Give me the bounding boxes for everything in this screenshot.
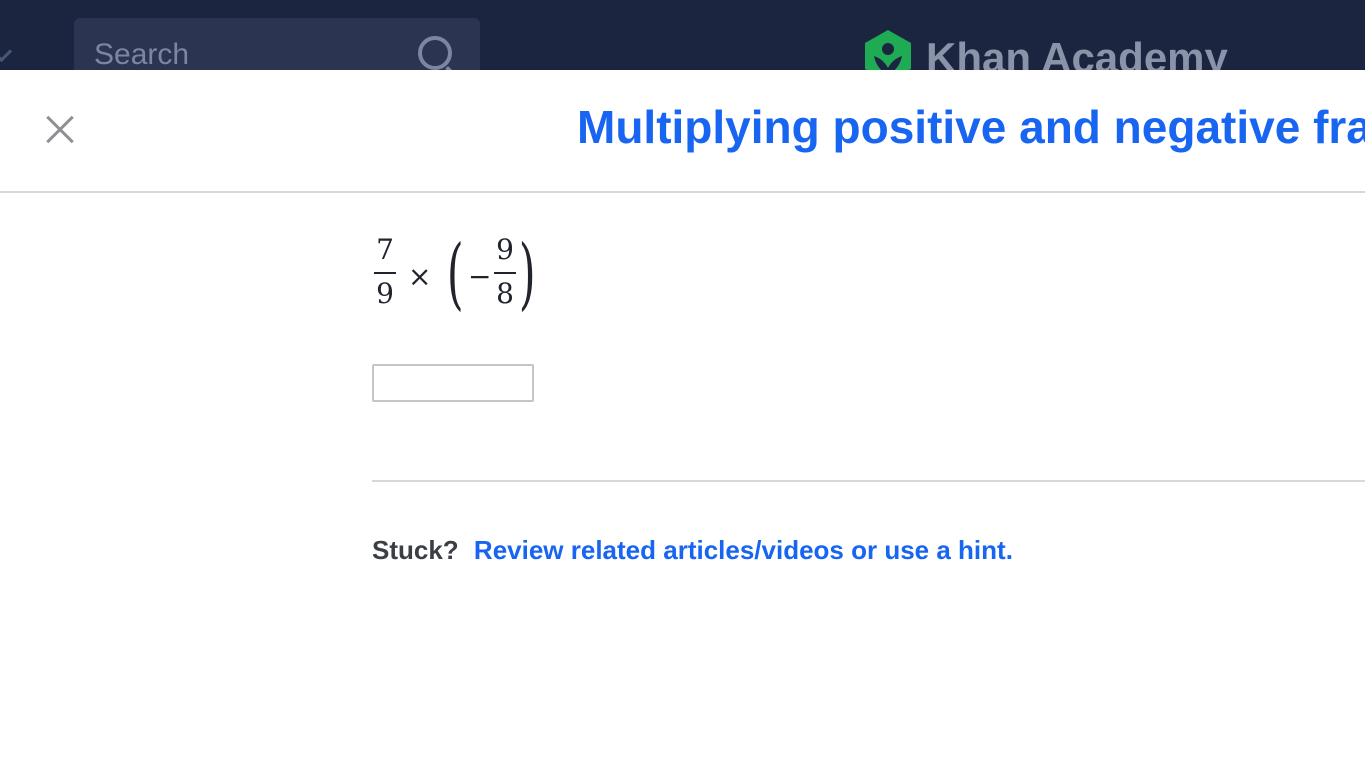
open-parenthesis: ( xyxy=(446,229,464,319)
fraction-1-denominator: 9 xyxy=(376,277,394,310)
modal-header: Multiplying positive and negative fracti… xyxy=(0,70,1365,193)
brand-logo[interactable]: Khan Academy xyxy=(862,28,1228,70)
khan-academy-logo-icon xyxy=(862,28,914,70)
fraction-1-numerator: 7 xyxy=(376,233,394,266)
fraction-2-bar xyxy=(494,272,516,274)
fraction-2-denominator: 8 xyxy=(496,277,514,310)
close-icon[interactable] xyxy=(40,110,80,150)
answer-input[interactable] xyxy=(372,364,534,402)
search-icon[interactable] xyxy=(418,36,452,70)
multiply-operator: × xyxy=(408,260,432,293)
chevron-down-icon[interactable] xyxy=(0,40,13,63)
exercise-modal: Multiplying positive and negative fracti… xyxy=(0,70,1365,768)
help-row: Stuck? Review related articles/videos or… xyxy=(372,535,1013,566)
section-divider xyxy=(372,480,1365,482)
close-parenthesis: ) xyxy=(518,229,536,319)
search-input[interactable]: Search xyxy=(94,38,189,70)
exercise-title: Multiplying positive and negative fracti… xyxy=(577,101,1365,153)
negative-sign: − xyxy=(468,260,492,293)
fraction-2-numerator: 9 xyxy=(496,233,514,266)
hint-link[interactable]: Review related articles/videos or use a … xyxy=(474,535,1013,565)
fraction-1-bar xyxy=(374,272,396,274)
search-box[interactable]: Search xyxy=(74,18,480,70)
stuck-label: Stuck? xyxy=(372,535,459,565)
close-button[interactable] xyxy=(40,110,80,150)
top-navigation-bar: Search Khan Academy xyxy=(0,0,1365,70)
fraction-term-2: 9 8 xyxy=(492,234,518,312)
brand-name: Khan Academy xyxy=(926,34,1228,70)
fraction-term-1: 7 9 xyxy=(372,234,398,312)
